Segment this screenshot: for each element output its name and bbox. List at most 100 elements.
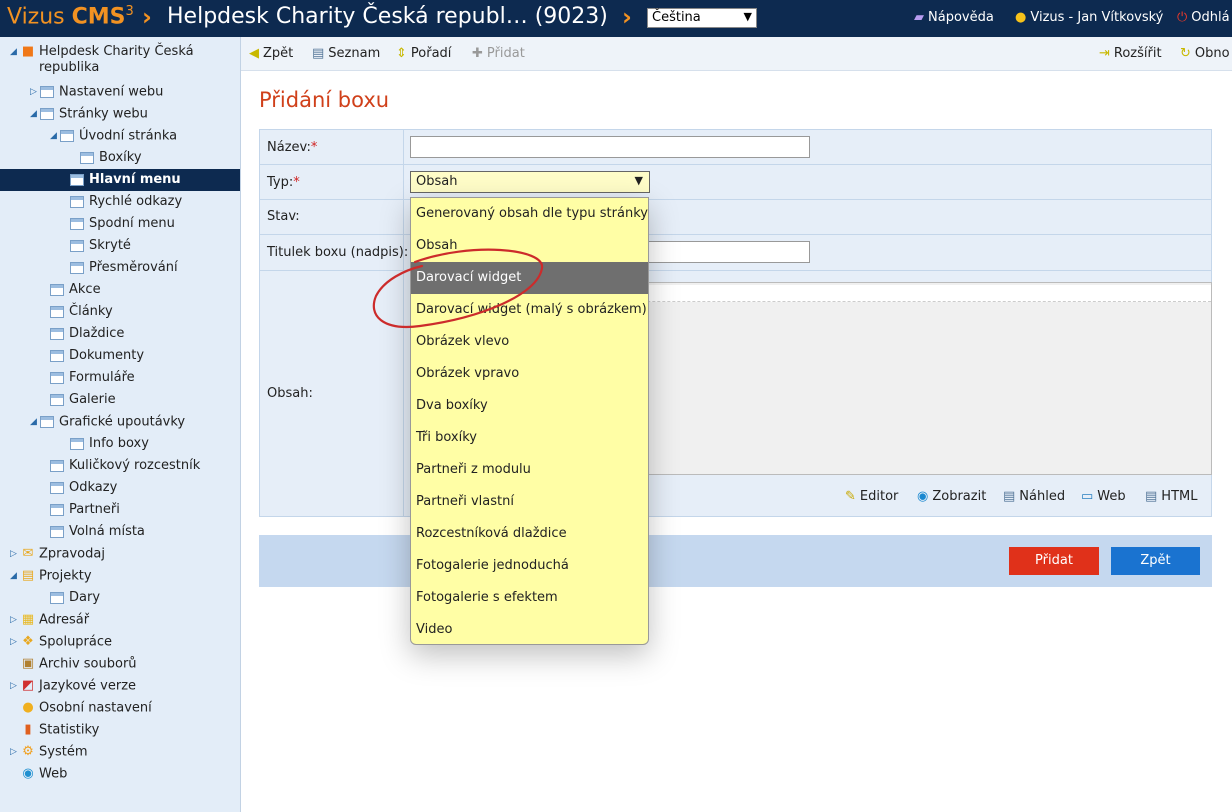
sidebar-item-jazykove-verze[interactable]: ▷ ◩ Jazykové verze [10, 675, 136, 697]
collapse-arrow-icon[interactable]: ▷ [10, 631, 20, 653]
back-bottom-button[interactable]: Zpět [1111, 547, 1200, 575]
dropdown-option-highlighted[interactable]: Darovací widget [411, 262, 648, 294]
collapse-arrow-icon[interactable]: ▷ [10, 675, 20, 697]
content-label: Obsah: [267, 386, 313, 401]
collapse-arrow-icon[interactable]: ▷ [10, 741, 20, 763]
sidebar-item-rychle-odkazy[interactable]: Rychlé odkazy [60, 191, 182, 213]
sidebar-item-galerie[interactable]: Galerie [40, 389, 116, 411]
help-link[interactable]: ▰ Nápověda [914, 10, 994, 25]
brand-logo[interactable]: Vizus CMS3 [7, 4, 134, 29]
sidebar-tree: ◢ ■ Helpdesk Charity Česká republika ▷ Nasta… [0, 37, 241, 812]
archive-icon: ▣ [21, 656, 35, 671]
sidebar-item-uvodni-stranka[interactable]: ◢ Úvodní stránka [50, 125, 177, 147]
collapse-arrow-icon[interactable]: ▷ [10, 609, 20, 631]
site-title[interactable]: Helpdesk Charity Česká republ… (9023) [167, 4, 608, 29]
page-icon [50, 525, 64, 538]
name-input[interactable] [410, 136, 810, 158]
sidebar-item-projekty[interactable]: ◢ ▤ Projekty [10, 565, 92, 587]
list-button[interactable]: ▤ Seznam [312, 46, 380, 61]
page-icon [80, 151, 94, 164]
sidebar-item-spodni-menu[interactable]: Spodní menu [60, 213, 175, 235]
expand-arrow-icon[interactable]: ◢ [10, 44, 20, 60]
circle-icon: ◉ [917, 489, 929, 504]
sidebar-item-osobni-nastaveni[interactable]: ● Osobní nastavení [10, 697, 151, 719]
user-icon: ● [22, 700, 34, 715]
sidebar-item-system[interactable]: ▷ ⚙ Systém [10, 741, 87, 763]
bar-chart-icon: ▮ [24, 722, 32, 737]
dropdown-option[interactable]: Darovací widget (malý s obrázkem) [411, 294, 648, 326]
dropdown-option[interactable]: Obrázek vlevo [411, 326, 648, 358]
dropdown-option[interactable]: Fotogalerie jednoduchá [411, 550, 648, 582]
user-link[interactable]: ● Vizus - Jan Vítkovský [1015, 10, 1163, 25]
sidebar-item-spoluprace[interactable]: ▷ ❖ Spolupráce [10, 631, 112, 653]
expand-arrow-icon[interactable]: ◢ [30, 103, 40, 125]
sidebar-item-clanky[interactable]: Články [40, 301, 113, 323]
sidebar-item-boxiky[interactable]: Boxíky [70, 147, 142, 169]
expand-arrow-icon[interactable]: ◢ [10, 565, 20, 587]
sidebar-item-dary[interactable]: Dary [40, 587, 100, 609]
html-button[interactable]: ▤ HTML [1145, 489, 1197, 504]
submit-add-button[interactable]: Přidat [1009, 547, 1099, 575]
expand-button[interactable]: ⇥ Rozšířit [1099, 46, 1162, 61]
dropdown-option[interactable]: Video [411, 614, 648, 644]
required-icon: * [293, 175, 300, 190]
expand-arrow-icon[interactable]: ◢ [50, 125, 60, 147]
add-toolbar-button[interactable]: ✚ Přidat [472, 46, 525, 61]
sidebar-item-archiv-souboru[interactable]: ▣ Archiv souborů [10, 653, 137, 675]
sidebar-item-hlavni-menu[interactable]: Hlavní menu [0, 169, 240, 191]
sidebar-item-info-boxy[interactable]: Info boxy [60, 433, 149, 455]
sidebar-item-root[interactable]: ◢ ■ Helpdesk Charity Česká republika [10, 44, 194, 84]
sidebar-item-dokumenty[interactable]: Dokumenty [40, 345, 144, 367]
back-button[interactable]: ◀ Zpět [249, 46, 293, 61]
preview-button[interactable]: ▤ Náhled [1003, 489, 1065, 504]
web-button[interactable]: ▭ Web [1081, 489, 1126, 504]
collapse-arrow-icon[interactable]: ▷ [30, 81, 40, 103]
dropdown-option[interactable]: Obsah [411, 230, 648, 262]
sidebar-item-presmerovani[interactable]: Přesměrování [60, 257, 178, 279]
sidebar-item-web[interactable]: ◉ Web [10, 763, 67, 785]
sidebar-item-formulare[interactable]: Formuláře [40, 367, 135, 389]
editor-mode-button[interactable]: ✎ Editor [845, 489, 898, 504]
language-select[interactable]: Čeština ▼ [647, 8, 757, 28]
dropdown-option[interactable]: Generovaný obsah dle typu stránky [411, 198, 648, 230]
sidebar-item-stranky-webu[interactable]: ◢ Stránky webu [30, 103, 148, 125]
dropdown-option[interactable]: Tři boxíky [411, 422, 648, 454]
sidebar-item-nastaveni-webu[interactable]: ▷ Nastavení webu [30, 81, 163, 103]
brand-sup: 3 [125, 4, 134, 19]
sidebar-item-zpravodaj[interactable]: ▷ ✉ Zpravodaj [10, 543, 105, 565]
dropdown-option[interactable]: Fotogalerie s efektem [411, 582, 648, 614]
document-icon: ▤ [1003, 489, 1016, 504]
order-button[interactable]: ⇕ Pořadí [396, 46, 451, 61]
updown-arrows-icon: ⇕ [396, 46, 407, 61]
dropdown-option[interactable]: Obrázek vpravo [411, 358, 648, 390]
sidebar-item-dlazdice[interactable]: Dlaždice [40, 323, 124, 345]
sidebar-item-akce[interactable]: Akce [40, 279, 101, 301]
logout-link[interactable]: ⏻ Odhlá [1177, 10, 1230, 25]
sidebar-item-skryte[interactable]: Skryté [60, 235, 131, 257]
expand-arrow-icon[interactable]: ◢ [30, 411, 40, 433]
sidebar-item-adresar[interactable]: ▷ ▦ Adresář [10, 609, 89, 631]
page-icon [40, 86, 54, 98]
top-bar: Vizus CMS3 › Helpdesk Charity Česká repu… [0, 0, 1232, 37]
page-icon [50, 371, 64, 384]
collapse-arrow-icon[interactable]: ▷ [10, 543, 20, 565]
show-button[interactable]: ◉ Zobrazit [917, 489, 986, 504]
handshake-icon: ❖ [22, 634, 34, 649]
dropdown-option[interactable]: Partneři vlastní [411, 486, 648, 518]
action-bar: Přidat Zpět [259, 535, 1212, 587]
sidebar-item-odkazy[interactable]: Odkazy [40, 477, 117, 499]
dropdown-option[interactable]: Dva boxíky [411, 390, 648, 422]
dropdown-option[interactable]: Partneři z modulu [411, 454, 648, 486]
refresh-button[interactable]: ↻ Obno [1180, 46, 1230, 61]
monitor-icon: ▭ [1081, 489, 1094, 504]
page-icon [70, 173, 84, 186]
envelope-icon: ✉ [22, 546, 34, 561]
page-icon [70, 195, 84, 208]
type-select[interactable]: Obsah ▼ [410, 171, 650, 193]
sidebar-item-volna-mista[interactable]: Volná místa [40, 521, 145, 543]
sidebar-item-partneri[interactable]: Partneři [40, 499, 120, 521]
sidebar-item-kulickovy-rozcestnik[interactable]: Kuličkový rozcestník [40, 455, 200, 477]
sidebar-item-statistiky[interactable]: ▮ Statistiky [10, 719, 99, 741]
sidebar-item-graficke-upoutavky[interactable]: ◢ Grafické upoutávky [30, 411, 185, 433]
dropdown-option[interactable]: Rozcestníková dlaždice [411, 518, 648, 550]
